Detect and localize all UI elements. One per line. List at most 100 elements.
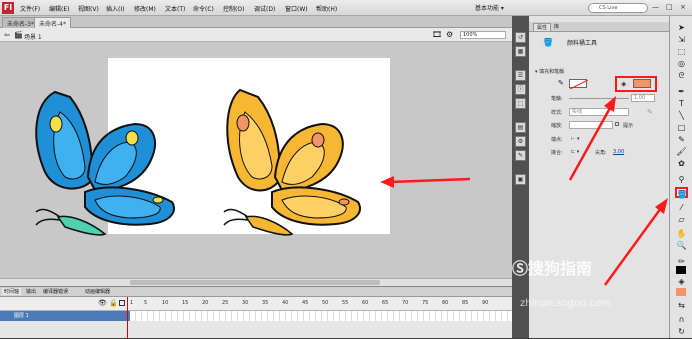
pencil-tool-icon[interactable]: ✎: [675, 134, 688, 145]
menu-modify[interactable]: 修改(M): [134, 4, 156, 13]
workspace-switcher[interactable]: 基本功能 ▾: [475, 3, 504, 12]
fill-bucket-icon: ◈: [621, 80, 627, 88]
line-tool-icon[interactable]: ╲: [675, 110, 688, 121]
frame-cells[interactable]: [130, 311, 512, 321]
paint-bucket-tool-icon[interactable]: 🪣: [675, 187, 688, 199]
selection-tool-icon[interactable]: ➤: [675, 22, 688, 33]
3d-rotation-tool-icon[interactable]: ◎: [675, 58, 688, 69]
deco-tool-icon[interactable]: ✿: [675, 158, 688, 169]
edit-symbol-icon[interactable]: ⚙: [446, 30, 453, 39]
hint-checkbox[interactable]: [615, 122, 619, 126]
tab-timeline[interactable]: 时间轴: [2, 288, 22, 295]
menu-view[interactable]: 视图(V): [78, 4, 99, 13]
fill-color-swatch[interactable]: [633, 79, 651, 88]
back-arrow-icon[interactable]: ⇦: [4, 31, 10, 39]
menu-control[interactable]: 控制(O): [223, 4, 244, 13]
scale-label: 缩放:: [551, 123, 563, 129]
dock-motion-icon[interactable]: ⚙: [515, 136, 526, 147]
doc-tab-4[interactable]: 未命名-4*: [34, 17, 71, 28]
dock-code-icon[interactable]: ✎: [515, 150, 526, 161]
orange-butterfly[interactable]: [223, 88, 361, 236]
menu-debug[interactable]: 调试(D): [254, 4, 275, 13]
menu-commands[interactable]: 命令(C): [193, 4, 214, 13]
join-select[interactable]: ⊏ ▾: [571, 149, 579, 155]
stroke-value-input[interactable]: 1.00: [631, 94, 655, 102]
dock-components-icon[interactable]: ▤: [515, 122, 526, 133]
menu-help[interactable]: 帮助(H): [316, 4, 337, 13]
fill-color-chip[interactable]: [676, 288, 686, 296]
stage-horizontal-scrollbar[interactable]: [0, 278, 512, 286]
stroke-color-chip[interactable]: [676, 266, 686, 274]
zoom-select[interactable]: 100%: [460, 31, 506, 39]
stroke-color-swatch[interactable]: [569, 79, 588, 89]
eyedropper-tool-icon[interactable]: ⁄: [675, 202, 688, 213]
snap-magnet-icon[interactable]: ∩: [675, 314, 688, 325]
eraser-tool-icon[interactable]: ▱: [675, 214, 688, 225]
hand-tool-icon[interactable]: ✋: [675, 228, 688, 239]
dock-align-icon[interactable]: ☰: [515, 70, 526, 81]
properties-panel: 属性 库 🪣 颜料桶工具 ▾ 填充和笔触 ✎ ◈ 笔触: 1.00 样式: 实线…: [529, 16, 669, 338]
free-transform-tool-icon[interactable]: ⬚: [675, 46, 688, 57]
minimize-button[interactable]: —: [652, 3, 659, 11]
menu-insert[interactable]: 插入(I): [106, 4, 124, 13]
pen-tool-icon[interactable]: ✒: [675, 86, 688, 97]
layer-row[interactable]: 图层 1: [0, 311, 512, 321]
pencil-icon: ✎: [558, 79, 564, 87]
artwork-layer: [35, 88, 471, 236]
cs-live-search[interactable]: CS Live: [588, 3, 648, 13]
playhead[interactable]: [127, 297, 128, 339]
menu-file[interactable]: 文件(F): [20, 4, 40, 13]
scroll-thumb[interactable]: [130, 280, 380, 285]
smooth-icon[interactable]: ↻: [675, 326, 688, 337]
paint-bucket-icon: 🪣: [543, 38, 553, 47]
tab-properties[interactable]: 属性: [533, 23, 552, 31]
rectangle-tool-icon[interactable]: □: [675, 122, 688, 133]
tab-motion-editor[interactable]: 动画编辑器: [85, 288, 110, 295]
lasso-tool-icon[interactable]: ᘓ: [675, 70, 688, 81]
menu-text[interactable]: 文本(T): [165, 4, 185, 13]
frame-number: 20: [202, 300, 209, 306]
tools-panel: ➤ ⇲ ⬚ ◎ ᘓ ✒ T ╲ □ ✎ 🖌 ✿ ⚲ 🪣 ⁄ ▱ ✋ 🔍 ✏ ◈ …: [669, 16, 692, 338]
stage-area: [0, 42, 512, 278]
tab-library[interactable]: 库: [551, 23, 562, 30]
subselection-tool-icon[interactable]: ⇲: [675, 34, 688, 45]
frame-number: 30: [242, 300, 249, 306]
outline-icon[interactable]: [119, 300, 125, 306]
stroke-slider[interactable]: [569, 95, 629, 103]
fill-stroke-section-title[interactable]: ▾ 填充和笔触: [535, 68, 663, 76]
frame-number: 50: [322, 300, 329, 306]
lock-icon[interactable]: 🔒: [109, 299, 118, 307]
frame-number: 25: [222, 300, 229, 306]
blue-butterfly[interactable]: [35, 90, 175, 236]
frame-number: 15: [182, 300, 189, 306]
tab-compiler-errors[interactable]: 编译器错误: [43, 288, 68, 295]
dock-library-icon[interactable]: ▣: [515, 174, 526, 185]
dock-color-icon[interactable]: ▦: [515, 46, 526, 57]
frame-number: 35: [262, 300, 269, 306]
cap-select[interactable]: ⊢ ▾: [571, 136, 579, 142]
miter-value[interactable]: 3.00: [613, 149, 624, 155]
edit-style-icon[interactable]: ✎: [647, 108, 653, 116]
text-tool-icon[interactable]: T: [675, 98, 688, 109]
menu-edit[interactable]: 编辑(E): [49, 4, 69, 13]
tool-name: 颜料桶工具: [567, 40, 598, 47]
menu-window[interactable]: 窗口(W): [285, 4, 308, 13]
brush-tool-icon[interactable]: 🖌: [675, 146, 688, 157]
dock-history-icon[interactable]: ↺: [515, 32, 526, 43]
swap-colors-icon[interactable]: ⇆: [675, 300, 688, 311]
dock-info-icon[interactable]: ⓘ: [515, 84, 526, 95]
style-select[interactable]: 实线: [569, 108, 629, 116]
bone-tool-icon[interactable]: ⚲: [675, 174, 688, 185]
scale-select[interactable]: [569, 121, 613, 129]
tab-output[interactable]: 输出: [26, 288, 36, 295]
close-button[interactable]: ×: [680, 3, 686, 11]
fill-color-tool-icon[interactable]: ◈: [675, 276, 688, 287]
frame-number: 65: [382, 300, 389, 306]
frame-number: 90: [482, 300, 489, 306]
edit-scene-icon[interactable]: 🎞: [432, 30, 442, 39]
zoom-tool-icon[interactable]: 🔍: [675, 240, 688, 251]
eye-icon[interactable]: 👁: [98, 299, 107, 307]
layer-name[interactable]: 图层 1: [0, 311, 130, 321]
maximize-button[interactable]: □: [666, 3, 673, 11]
dock-transform-icon[interactable]: ⬚: [515, 98, 526, 109]
